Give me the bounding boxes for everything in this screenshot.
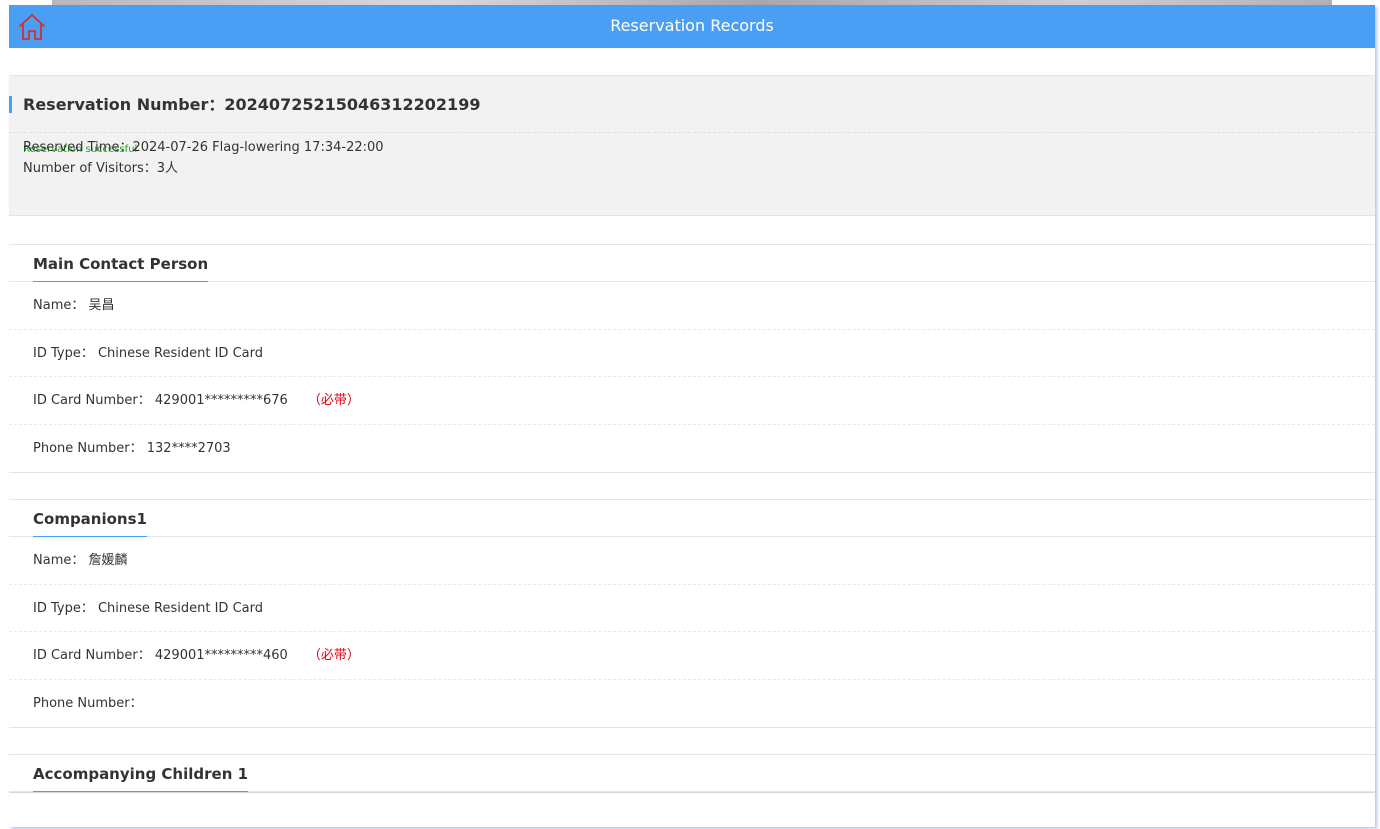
id-number-value: ID Card Number： 429001*********676 — [33, 393, 288, 408]
reservation-number: Reservation Number：202407252150463122021… — [23, 95, 481, 114]
name-value: Name： 吴昌 — [33, 298, 115, 313]
id-type-value: ID Type： Chinese Resident ID Card — [33, 600, 263, 616]
companion-section: Companions1 Name： 詹媛麟 ID Type： Chinese R… — [9, 499, 1375, 728]
section-header: Accompanying Children 1 — [9, 755, 1375, 792]
id-number-row: ID Card Number： 429001*********460 （必带） — [9, 632, 1375, 680]
phone-value: Phone Number： — [33, 695, 143, 711]
phone-value: Phone Number： 132****2703 — [33, 440, 231, 456]
reservation-summary: Reservation Number：202407252150463122021… — [9, 75, 1375, 216]
divider — [9, 132, 1375, 133]
required-note: （必带） — [307, 648, 360, 663]
id-type-row: ID Type： Chinese Resident ID Card — [9, 585, 1375, 632]
name-row: Name： 吴昌 — [9, 282, 1375, 330]
children-section: Accompanying Children 1 — [9, 754, 1375, 793]
section-header: Main Contact Person — [9, 245, 1375, 282]
visitor-count: Number of Visitors：3人 — [23, 161, 179, 176]
section-header: Companions1 — [9, 500, 1375, 537]
accent-bar — [9, 96, 12, 113]
id-type-value: ID Type： Chinese Resident ID Card — [33, 345, 263, 361]
name-value: Name： 詹媛麟 — [33, 553, 128, 568]
name-row: Name： 詹媛麟 — [9, 537, 1375, 585]
phone-row: Phone Number： 132****2703 — [9, 425, 1375, 473]
main-contact-section: Main Contact Person Name： 吴昌 ID Type： Ch… — [9, 244, 1375, 473]
reserved-time: Reserved Time：2024-07-26 Flag-lowering 1… — [23, 140, 384, 155]
id-number-row: ID Card Number： 429001*********676 （必带） — [9, 377, 1375, 425]
phone-row: Phone Number： — [9, 680, 1375, 728]
header-bar: Reservation Records — [9, 5, 1375, 48]
page-frame: Reservation Records Reservation Number：2… — [9, 5, 1375, 827]
id-number-value: ID Card Number： 429001*********460 — [33, 648, 288, 663]
section-title: Accompanying Children 1 — [33, 764, 249, 792]
id-type-row: ID Type： Chinese Resident ID Card — [9, 330, 1375, 377]
required-note: （必带） — [307, 393, 360, 408]
page-title: Reservation Records — [610, 16, 774, 35]
section-title: Companions1 — [33, 509, 147, 537]
section-title: Main Contact Person — [33, 254, 209, 282]
